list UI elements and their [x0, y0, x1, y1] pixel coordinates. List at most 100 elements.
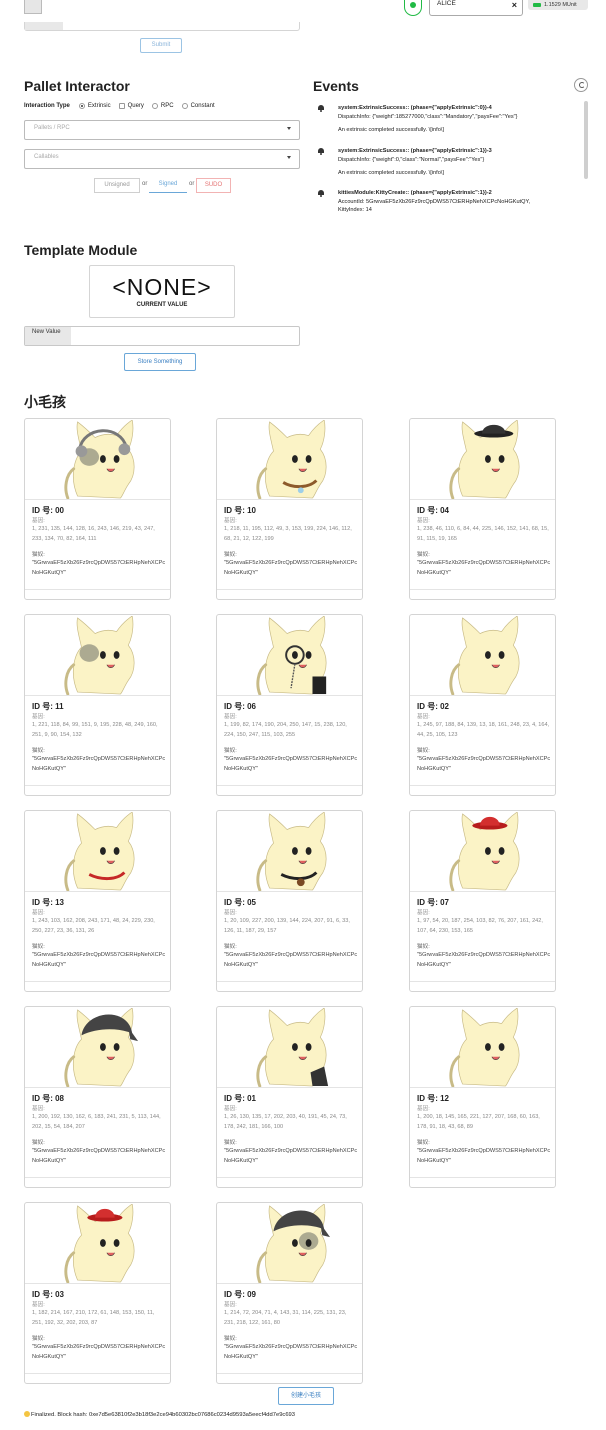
kitty-dna-label: 基因: — [224, 910, 237, 916]
current-value-caption: CURRENT VALUE — [136, 302, 188, 308]
kitty-card-footer — [410, 981, 555, 991]
kitty-card-footer — [217, 785, 362, 795]
kitty-id: ID 号: 00 — [32, 506, 65, 515]
kitty-card[interactable]: ID 号: 06 基因: 1, 199, 82, 174, 190, 204, 25… — [216, 614, 363, 796]
kitty-image — [217, 615, 362, 696]
kitty-owner: "5GrwvaEF5zXb26Fz9rcQpDWS57CtERHpNehXCPc… — [32, 1148, 166, 1164]
kitty-image — [410, 419, 555, 500]
clear-account-icon[interactable]: × — [512, 0, 517, 10]
submit-button[interactable]: Submit — [140, 38, 182, 53]
events-scrollbar[interactable] — [584, 101, 588, 179]
kitty-image — [25, 419, 170, 500]
kitty-image — [217, 419, 362, 500]
signed-button[interactable]: Signed — [149, 178, 187, 193]
kitty-image — [217, 811, 362, 892]
kitty-owner: "5GrwvaEF5zXb26Fz9rcQpDWS57CtERHpNehXCPc… — [224, 1148, 358, 1164]
sign-button-group: Unsigned or Signed or SUDO — [94, 178, 231, 195]
event-title: kittiesModule:KittyCreate:: (phase={"app… — [338, 190, 492, 196]
kitty-card[interactable]: ID 号: 01 基因: 1, 26, 130, 135, 17, 202, 203… — [216, 1006, 363, 1188]
kitty-dna: 1, 199, 82, 174, 190, 204, 250, 147, 15,… — [224, 722, 347, 738]
events-list[interactable]: system:ExtrinsicSuccess:: (phase={"apply… — [313, 98, 589, 228]
kitty-card[interactable]: ID 号: 07 基因: 1, 97, 54, 20, 187, 254, 103,… — [409, 810, 556, 992]
smile-icon — [24, 1411, 30, 1417]
kitty-card-footer — [217, 1177, 362, 1187]
bell-icon — [317, 189, 325, 197]
event-description: An extrinsic completed successfully. \[i… — [338, 170, 444, 176]
events-title: Events — [313, 78, 359, 94]
event-detail: DispatchInfo: {"weight":0,"class":"Norma… — [338, 156, 485, 163]
kitty-id: ID 号: 10 — [224, 506, 257, 515]
kitty-owner: "5GrwvaEF5zXb26Fz9rcQpDWS57CtERHpNehXCPc… — [32, 560, 166, 576]
pallet-interactor-title: Pallet Interactor — [24, 78, 130, 94]
unsigned-button[interactable]: Unsigned — [94, 178, 140, 193]
kitty-dna-label: 基因: — [417, 518, 430, 524]
account-selector[interactable]: ALICE × — [429, 0, 523, 16]
pallets-placeholder: Pallets / RPC — [34, 125, 70, 131]
event-description: An extrinsic completed successfully. \[i… — [338, 127, 444, 133]
sudo-button[interactable]: SUDO — [196, 178, 231, 193]
create-kitty-button[interactable]: 创建小毛孩 — [278, 1387, 334, 1405]
or-separator: or — [189, 181, 195, 187]
kitty-dna: 1, 245, 97, 188, 84, 139, 13, 18, 161, 2… — [417, 722, 550, 738]
kitty-card[interactable]: ID 号: 09 基因: 1, 214, 72, 204, 71, 4, 143, … — [216, 1202, 363, 1384]
wallet-icon — [533, 3, 541, 7]
kitty-owner-label: 猫奴: — [32, 1140, 45, 1146]
kitty-owner: "5GrwvaEF5zXb26Fz9rcQpDWS57CtERHpNehXCPc… — [32, 756, 166, 772]
kitty-card[interactable]: ID 号: 05 基因: 1, 20, 109, 227, 200, 139, 14… — [216, 810, 363, 992]
kitty-dna-label: 基因: — [32, 1302, 45, 1308]
event-detail: DispatchInfo: {"weight":185277000,"class… — [338, 113, 518, 120]
previous-form-field[interactable] — [24, 22, 300, 31]
app-logo — [24, 0, 42, 14]
balance-value: 1.1529 MUnit — [544, 2, 577, 8]
radio-constant[interactable]: Constant — [181, 103, 215, 109]
kitty-dna-label: 基因: — [224, 518, 237, 524]
kitty-card-footer — [410, 589, 555, 599]
pallets-dropdown[interactable]: Pallets / RPC — [24, 120, 300, 140]
refresh-icon[interactable] — [574, 78, 588, 92]
kitty-card[interactable]: ID 号: 00 基因: 1, 231, 135, 144, 128, 16, 24… — [24, 418, 171, 600]
kitty-card[interactable]: ID 号: 10 基因: 1, 218, 11, 195, 112, 49, 3, … — [216, 418, 363, 600]
kitty-owner-label: 猫奴: — [32, 552, 45, 558]
kitty-owner: "5GrwvaEF5zXb26Fz9rcQpDWS57CtERHpNehXCPc… — [417, 1148, 551, 1164]
kitty-owner-label: 猫奴: — [417, 944, 430, 950]
kitty-id: ID 号: 07 — [417, 898, 450, 907]
kitty-id: ID 号: 08 — [32, 1094, 65, 1103]
interaction-type-label: Interaction Type — [24, 103, 70, 109]
kitty-owner-label: 猫奴: — [224, 944, 237, 950]
kitty-card[interactable]: ID 号: 03 基因: 1, 182, 214, 167, 210, 172, 6… — [24, 1202, 171, 1384]
kitty-image — [25, 1007, 170, 1088]
new-value-field[interactable]: New Value — [24, 326, 300, 346]
radio-query[interactable]: Query — [118, 103, 144, 109]
kitty-owner: "5GrwvaEF5zXb26Fz9rcQpDWS57CtERHpNehXCPc… — [224, 952, 358, 968]
kitty-card[interactable]: ID 号: 08 基因: 1, 200, 192, 130, 162, 6, 183… — [24, 1006, 171, 1188]
kitty-card[interactable]: ID 号: 11 基因: 1, 221, 118, 84, 99, 151, 9, … — [24, 614, 171, 796]
kitty-owner-label: 猫奴: — [224, 552, 237, 558]
kitty-id: ID 号: 05 — [224, 898, 257, 907]
store-something-button[interactable]: Store Something — [124, 353, 196, 371]
radio-extrinsic[interactable]: Extrinsic — [78, 103, 111, 109]
kitty-owner: "5GrwvaEF5zXb26Fz9rcQpDWS57CtERHpNehXCPc… — [224, 756, 358, 772]
status-line: Finalized. Block hash: 0xe7d5e63810f2e3b… — [24, 1411, 295, 1418]
kitty-image — [25, 1203, 170, 1284]
kitty-owner: "5GrwvaEF5zXb26Fz9rcQpDWS57CtERHpNehXCPc… — [417, 560, 551, 576]
callables-dropdown[interactable]: Callables — [24, 149, 300, 169]
kitty-card[interactable]: ID 号: 04 基因: 1, 238, 46, 110, 6, 84, 44, 2… — [409, 418, 556, 600]
kitty-card[interactable]: ID 号: 02 基因: 1, 245, 97, 188, 84, 139, 13,… — [409, 614, 556, 796]
account-avatar-icon — [404, 0, 422, 16]
kitty-card-footer — [217, 981, 362, 991]
radio-rpc[interactable]: RPC — [151, 103, 174, 109]
kitty-id: ID 号: 06 — [224, 702, 257, 711]
kitty-owner-label: 猫奴: — [32, 1336, 45, 1342]
kitty-card[interactable]: ID 号: 13 基因: 1, 243, 103, 162, 208, 243, 1… — [24, 810, 171, 992]
kitty-dna-label: 基因: — [417, 1106, 430, 1112]
callables-placeholder: Callables — [34, 154, 59, 160]
kitty-id: ID 号: 09 — [224, 1290, 257, 1299]
kitty-image — [410, 811, 555, 892]
kitty-owner: "5GrwvaEF5zXb26Fz9rcQpDWS57CtERHpNehXCPc… — [32, 952, 166, 968]
kitty-dna-label: 基因: — [32, 518, 45, 524]
kitty-card-footer — [25, 981, 170, 991]
kitty-card[interactable]: ID 号: 12 基因: 1, 200, 18, 145, 165, 221, 12… — [409, 1006, 556, 1188]
kitty-dna-label: 基因: — [32, 1106, 45, 1112]
kitty-dna-label: 基因: — [32, 714, 45, 720]
chevron-down-icon — [287, 127, 291, 130]
